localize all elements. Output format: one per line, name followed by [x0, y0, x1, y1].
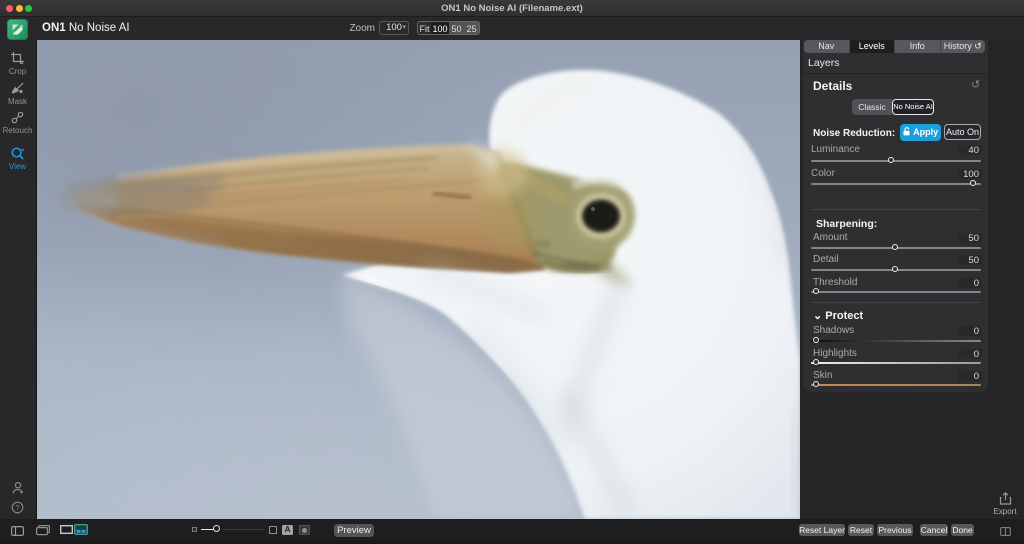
svg-text:?: ? — [16, 505, 20, 512]
